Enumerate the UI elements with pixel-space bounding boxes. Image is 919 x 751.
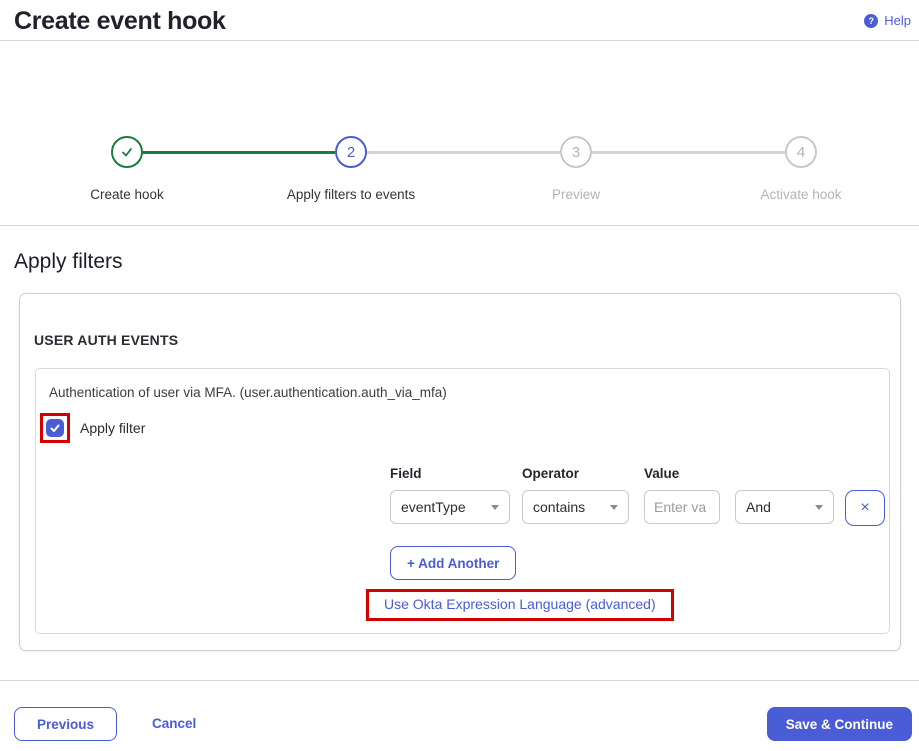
cancel-button[interactable]: Cancel	[152, 716, 196, 731]
apply-filter-checkbox[interactable]	[46, 419, 64, 437]
annotation-box-checkbox	[40, 413, 70, 443]
help-link[interactable]: ? Help	[864, 13, 911, 28]
stepper-connector-upcoming	[367, 151, 560, 154]
create-event-hook-page: Create event hook ? Help 2 3 4 Create ho…	[0, 0, 919, 751]
event-category-label: USER AUTH EVENTS	[34, 332, 178, 348]
step-3-label: Preview	[552, 187, 600, 202]
wizard-stepper: 2 3 4 Create hook Apply filters to event…	[0, 41, 919, 225]
annotation-box-expression-link: Use Okta Expression Language (advanced)	[366, 589, 674, 621]
save-continue-button[interactable]: Save & Continue	[767, 707, 912, 741]
remove-filter-button[interactable]: ×	[845, 490, 885, 526]
step-1-circle[interactable]	[111, 136, 143, 168]
page-header: Create event hook ? Help	[0, 0, 919, 41]
chevron-down-icon	[815, 505, 823, 510]
filters-card: USER AUTH EVENTS Authentication of user …	[19, 293, 901, 651]
checkmark-icon	[49, 422, 61, 434]
field-select[interactable]: eventType	[390, 490, 510, 524]
previous-button[interactable]: Previous	[14, 707, 117, 741]
operator-label: Operator	[522, 466, 629, 481]
step-4-number: 4	[797, 144, 805, 161]
event-filter-panel: Authentication of user via MFA. (user.au…	[35, 368, 890, 634]
conjunction-select-value: And	[746, 499, 771, 515]
apply-filters-heading: Apply filters	[14, 250, 123, 274]
value-label: Value	[644, 466, 720, 481]
help-link-label: Help	[884, 13, 911, 28]
chevron-down-icon	[610, 505, 618, 510]
filter-controls: Field Operator Value eventType contains	[390, 466, 885, 526]
step-2-circle[interactable]: 2	[335, 136, 367, 168]
step-2-label: Apply filters to events	[287, 187, 415, 202]
field-select-value: eventType	[401, 499, 466, 515]
footer-divider	[0, 680, 919, 681]
filter-labels-row: Field Operator Value	[390, 466, 885, 490]
add-another-button[interactable]: + Add Another	[390, 546, 516, 580]
filter-inputs-row: eventType contains And ×	[390, 490, 885, 526]
stepper-connector-complete	[143, 151, 335, 154]
apply-filter-label: Apply filter	[80, 420, 145, 436]
chevron-down-icon	[491, 505, 499, 510]
conjunction-select[interactable]: And	[735, 490, 834, 524]
step-1-label: Create hook	[90, 187, 164, 202]
step-3-circle: 3	[560, 136, 592, 168]
step-3-number: 3	[572, 144, 580, 161]
event-description: Authentication of user via MFA. (user.au…	[49, 385, 447, 400]
step-4-circle: 4	[785, 136, 817, 168]
stepper-connector-upcoming	[592, 151, 785, 154]
operator-select[interactable]: contains	[522, 490, 629, 524]
expression-language-link[interactable]: Use Okta Expression Language (advanced)	[384, 596, 656, 612]
page-title: Create event hook	[14, 7, 226, 36]
step-4-label: Activate hook	[760, 187, 841, 202]
help-question-icon: ?	[864, 14, 878, 28]
section-divider	[0, 225, 919, 226]
apply-filter-row: Apply filter	[40, 413, 145, 443]
value-input[interactable]	[644, 490, 720, 524]
close-icon: ×	[860, 499, 869, 517]
checkmark-icon	[120, 145, 134, 159]
field-label: Field	[390, 466, 510, 481]
operator-select-value: contains	[533, 499, 585, 515]
step-2-number: 2	[347, 144, 355, 161]
